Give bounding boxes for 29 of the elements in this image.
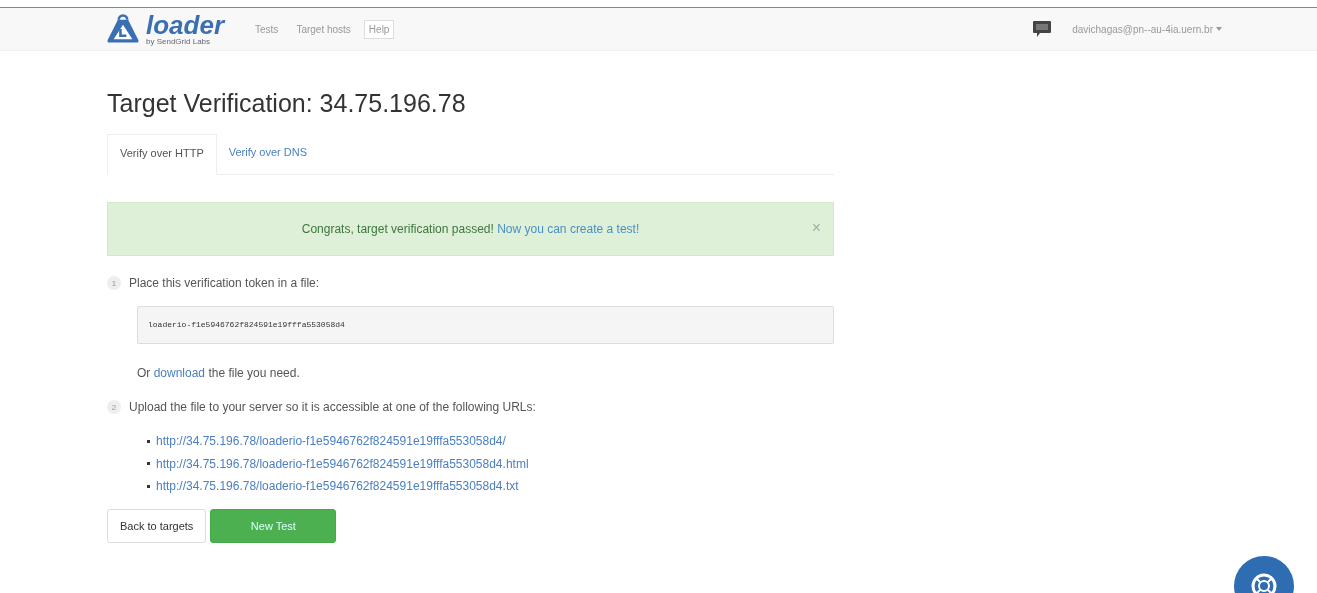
bullet-icon (147, 462, 150, 466)
lifebuoy-help-button[interactable] (1234, 556, 1294, 593)
bullet-icon (147, 484, 150, 488)
tab[interactable]: Verify over DNS (216, 134, 319, 174)
nav-link[interactable]: Tests (250, 19, 284, 39)
page-title: Target Verification: 34.75.196.78 (107, 89, 467, 118)
tab[interactable]: Verify over HTTP (107, 134, 217, 175)
token-field[interactable]: loaderio-f1e5946762f824591e19fffa553058d4 (137, 306, 834, 344)
back-button[interactable]: Back to targets (107, 508, 207, 543)
nav-link[interactable]: Help (363, 19, 395, 39)
new-test-button[interactable]: New Test (210, 508, 337, 543)
chat-bubble-icon[interactable] (1032, 20, 1053, 38)
download-text: Or download the file you need. (137, 366, 301, 380)
url-link[interactable]: http://34.75.196.78/loaderio-f1e5946762f824591e19fffa553058d4/ (156, 434, 506, 449)
step-number: 2 (107, 400, 121, 414)
weight-logo-icon[interactable] (106, 14, 140, 44)
nav-link[interactable]: Target hosts (291, 19, 356, 39)
logo-wordmark[interactable]: loader (146, 12, 225, 37)
url-link[interactable]: http://34.75.196.78/loaderio-f1e5946762f824591e19fffa553058d4.txt (156, 479, 519, 494)
alert-message: Congrats, target verification passed! Now you can create a test! (301, 222, 640, 236)
download-link[interactable]: download (153, 366, 206, 380)
logo-tagline: by SendGrid Labs (146, 36, 212, 46)
user-menu[interactable]: davichagas@pn--au-4ia.uern.br (1072, 23, 1222, 35)
step-text: Place this verification token in a file: (129, 276, 320, 290)
step-text: Upload the file to your server so it is accessible at one of the following URLs: (129, 400, 536, 414)
create-test-link[interactable]: Now you can create a test! (497, 222, 640, 236)
url-link[interactable]: http://34.75.196.78/loaderio-f1e5946762f824591e19fffa553058d4.html (156, 456, 529, 471)
bullet-icon (147, 439, 150, 443)
step-number: 1 (107, 276, 121, 290)
